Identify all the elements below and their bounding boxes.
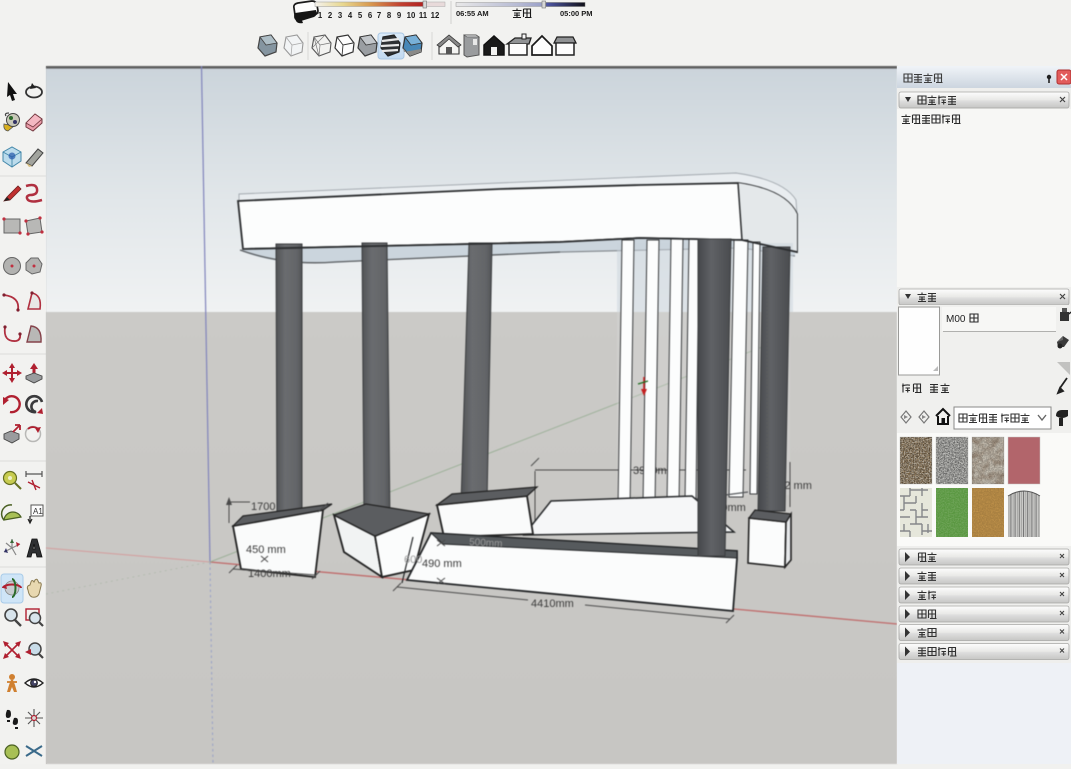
svg-text:600: 600 <box>404 554 422 566</box>
svg-text:12: 12 <box>431 11 440 20</box>
svg-text:M00: M00 <box>946 314 966 325</box>
svg-text:1700: 1700 <box>251 501 275 513</box>
svg-text:1400mm: 1400mm <box>248 568 291 580</box>
svg-text:2: 2 <box>328 11 333 20</box>
svg-text:450 mm: 450 mm <box>246 544 286 556</box>
svg-text:8: 8 <box>387 11 392 20</box>
svg-text:05:00 PM: 05:00 PM <box>560 9 593 18</box>
svg-text:06:55 AM: 06:55 AM <box>456 9 489 18</box>
svg-text:3: 3 <box>338 11 343 20</box>
svg-text:500mm: 500mm <box>469 537 503 550</box>
svg-text:9: 9 <box>397 11 402 20</box>
svg-text:10: 10 <box>407 11 416 20</box>
svg-text:A1: A1 <box>33 507 43 516</box>
svg-text:1: 1 <box>318 11 323 20</box>
svg-text:4: 4 <box>348 11 353 20</box>
svg-text:6: 6 <box>368 11 373 20</box>
svg-text:5: 5 <box>358 11 363 20</box>
svg-text:4410mm: 4410mm <box>531 598 574 610</box>
svg-text:11: 11 <box>419 11 428 20</box>
svg-text:490 mm: 490 mm <box>422 558 462 570</box>
svg-text:7: 7 <box>377 11 381 20</box>
